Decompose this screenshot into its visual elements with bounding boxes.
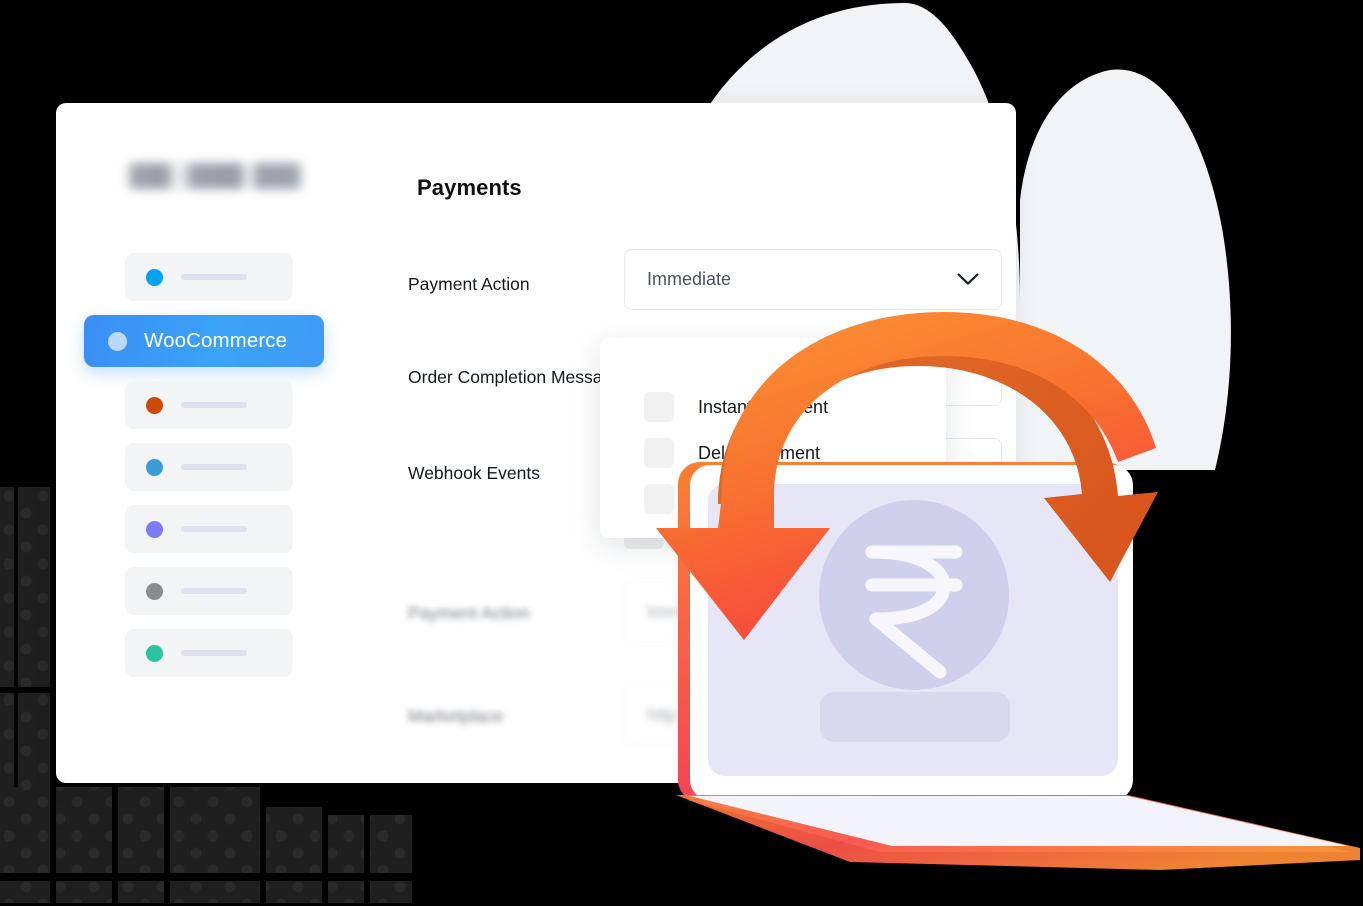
payment-action-value: Immediate	[647, 269, 732, 289]
sidebar-nav-list: WooCommerce	[56, 253, 356, 677]
blurred-form-section: Payment Action Immediate Marketplace htt…	[356, 581, 1016, 783]
payment-action-value-blurred: Immediate	[647, 601, 732, 622]
checkbox-icon[interactable]	[644, 392, 674, 422]
sidebar-item-woocommerce[interactable]: WooCommerce	[84, 315, 324, 367]
payment-action-select-blurred[interactable]: Immediate	[624, 581, 980, 643]
sidebar-item-label: WooCommerce	[144, 329, 288, 352]
page-title: Payments	[417, 175, 522, 200]
field-label: Order Completion Message	[408, 367, 622, 387]
status-dot-icon	[146, 268, 163, 286]
form-row-payment-action: Payment Action Immediate	[356, 249, 1016, 310]
dropdown-option-label: Delay Payment	[698, 442, 821, 463]
status-dot-icon	[108, 331, 127, 351]
marketplace-input-blurred[interactable]: http:wpex.l	[624, 684, 980, 746]
sidebar-item-label-placeholder	[181, 650, 247, 656]
dropdown-option-3[interactable]	[644, 476, 946, 522]
sidebar: WooCommerce	[56, 103, 356, 783]
sidebar-item-label-placeholder	[181, 588, 247, 594]
sidebar-item-7[interactable]	[125, 629, 293, 677]
payment-action-select[interactable]: Immediate	[624, 249, 1002, 310]
dropdown-option-label: Instant Payment	[698, 396, 829, 417]
sidebar-item-label-placeholder	[181, 274, 247, 280]
marketplace-value-blurred: http:wpex.l	[647, 704, 734, 725]
checkbox-icon[interactable]	[644, 438, 674, 468]
dropdown-option-delay-payment[interactable]: Delay Payment	[644, 430, 946, 476]
sidebar-item-1[interactable]	[125, 253, 293, 301]
brand-title-blurred	[125, 163, 305, 189]
chevron-down-icon	[957, 273, 979, 285]
sidebar-item-4[interactable]	[125, 443, 293, 491]
field-label: Payment Action	[408, 274, 530, 294]
sidebar-item-5[interactable]	[125, 505, 293, 553]
field-label: Webhook Events	[408, 463, 540, 483]
status-dot-icon	[146, 644, 163, 662]
dropdown-option-instant-payment[interactable]: Instant Payment	[644, 384, 946, 430]
sidebar-item-3[interactable]	[125, 381, 293, 429]
field-label: Marketplace	[408, 706, 504, 726]
sidebar-item-label-placeholder	[181, 464, 247, 470]
sidebar-item-label-placeholder	[181, 526, 247, 532]
sidebar-item-label-placeholder	[181, 402, 247, 408]
form-row-marketplace-blurred: Marketplace http:wpex.l	[356, 684, 1016, 746]
sidebar-item-6[interactable]	[125, 567, 293, 615]
status-dot-icon	[146, 520, 163, 538]
payment-options-dropdown[interactable]: Instant Payment Delay Payment	[600, 338, 946, 538]
checkbox-icon[interactable]	[644, 484, 674, 514]
form-row-payment-action-blurred: Payment Action Immediate	[356, 581, 1016, 643]
screenshot-stage: WooCommerce Payments Payment Action Imme…	[0, 0, 1363, 906]
field-label: Payment Action	[408, 603, 530, 623]
status-dot-icon	[146, 458, 163, 476]
status-dot-icon	[146, 582, 163, 600]
status-dot-icon	[146, 396, 163, 414]
